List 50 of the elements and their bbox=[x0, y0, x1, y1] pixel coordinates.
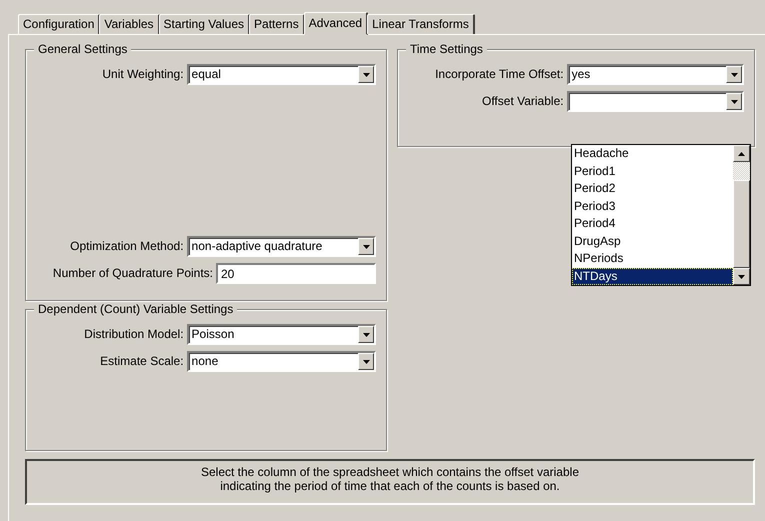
list-option[interactable]: Period2 bbox=[572, 180, 733, 198]
status-message: Select the column of the spreadsheet which contains the offset variable indicating the period of time that each of the counts is based on. bbox=[25, 459, 755, 505]
list-option[interactable]: DrugAsp bbox=[572, 232, 733, 250]
tab[interactable]: Patterns bbox=[249, 14, 305, 34]
list-option[interactable]: NTDays bbox=[572, 268, 733, 285]
scroll-down-button[interactable] bbox=[733, 268, 750, 285]
dropdown-button[interactable] bbox=[358, 353, 374, 370]
tab[interactable]: Advanced bbox=[304, 12, 368, 35]
dropdown-button[interactable] bbox=[726, 66, 742, 83]
tab[interactable]: Starting Values bbox=[158, 14, 250, 34]
field-label: Incorporate Time Offset: bbox=[434, 67, 564, 82]
dropdown-button[interactable] bbox=[358, 238, 374, 255]
field-label: Number of Quadrature Points: bbox=[52, 266, 213, 281]
list-option[interactable]: Period4 bbox=[572, 215, 733, 232]
dropdown-arrow-icon bbox=[362, 244, 370, 248]
field-label: Distribution Model: bbox=[83, 327, 184, 342]
tab[interactable]: Variables bbox=[99, 14, 160, 34]
dropdown[interactable]: non-adaptive quadrature bbox=[186, 236, 376, 257]
dropdown[interactable] bbox=[566, 91, 744, 112]
dropdown-button[interactable] bbox=[358, 66, 374, 83]
group-title: Time Settings bbox=[406, 42, 487, 56]
dropdown[interactable]: Poisson bbox=[186, 324, 376, 345]
group-title: General Settings bbox=[34, 42, 132, 56]
dropdown-arrow-icon bbox=[362, 332, 370, 336]
dropdown-button[interactable] bbox=[358, 326, 374, 343]
tab[interactable]: Configuration bbox=[18, 14, 100, 34]
field-label: Unit Weighting: bbox=[101, 67, 184, 82]
dropdown-arrow-icon bbox=[730, 72, 738, 76]
dropdown[interactable]: equal bbox=[186, 64, 376, 85]
dropdown-button[interactable] bbox=[726, 93, 742, 110]
list-option[interactable]: Period3 bbox=[572, 198, 733, 215]
list-option[interactable]: Period1 bbox=[572, 162, 733, 180]
dropdown-arrow-icon bbox=[730, 100, 738, 104]
dropdown-arrow-icon bbox=[362, 72, 370, 76]
field-label: Estimate Scale: bbox=[99, 354, 184, 369]
dropdown[interactable]: yes bbox=[566, 64, 744, 85]
scroll-up-icon bbox=[738, 152, 745, 156]
list-option[interactable]: Headache bbox=[572, 145, 733, 162]
tab[interactable]: Linear Transforms bbox=[367, 14, 475, 34]
field-label: Offset Variable: bbox=[480, 94, 564, 109]
scroll-down-icon bbox=[738, 274, 745, 278]
dropdown[interactable]: none bbox=[186, 351, 376, 372]
field-label: Optimization Method: bbox=[69, 239, 184, 254]
input-field[interactable]: 20 bbox=[216, 263, 376, 284]
group-title: Dependent (Count) Variable Settings bbox=[34, 302, 238, 316]
dropdown-arrow-icon bbox=[362, 360, 370, 364]
scrollbar-thumb[interactable] bbox=[733, 180, 750, 268]
scroll-up-button[interactable] bbox=[733, 145, 750, 162]
scrollbar[interactable] bbox=[733, 145, 750, 285]
list-option[interactable]: NPeriods bbox=[572, 250, 733, 268]
